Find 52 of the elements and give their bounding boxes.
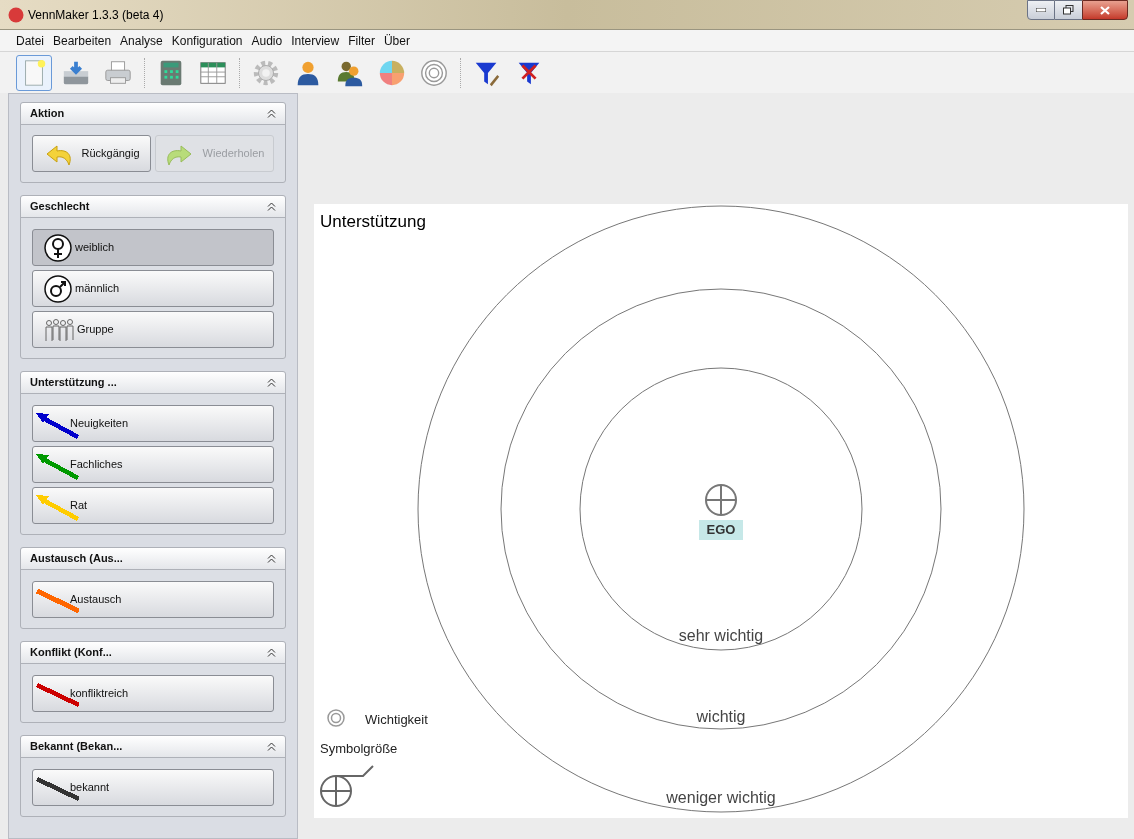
collapse-icon[interactable] <box>267 554 276 563</box>
sidebar-button[interactable]: Austausch <box>32 581 274 618</box>
window-title: VennMaker 1.3.3 (beta 4) <box>28 6 164 24</box>
restore-icon <box>1063 5 1074 15</box>
legend-label: Symbolgröße <box>320 740 398 758</box>
collapse-icon[interactable] <box>267 378 276 387</box>
sidebar-button[interactable]: Rat <box>32 487 274 524</box>
sidebar-button[interactable]: Fachliches <box>32 446 274 483</box>
menu-item[interactable]: Audio <box>249 31 285 50</box>
network-canvas[interactable]: sehr wichtig wichtig weniger wichtig Unterstützung EGO Wichtigkeit Symbolgröße <box>314 204 1128 818</box>
ring-label: wichtig <box>696 708 746 725</box>
sidebar-button[interactable]: Neuigkeiten <box>32 405 274 442</box>
panel-title: Austausch (Aus... <box>30 551 123 567</box>
menu-item[interactable]: Filter <box>346 31 377 50</box>
menu-item[interactable]: Analyse <box>118 31 165 50</box>
sidebar-button[interactable]: Rückgängig <box>32 135 151 172</box>
panel-title: Unterstützung ... <box>30 375 117 391</box>
male-symbol-icon <box>43 273 73 304</box>
legend-label: Wichtigkeit <box>365 711 428 729</box>
collapse-icon[interactable] <box>267 109 276 118</box>
ring-label: weniger wichtig <box>666 789 776 806</box>
sidebar-button[interactable]: bekannt <box>32 769 274 806</box>
menu-item[interactable]: Interview <box>289 31 342 50</box>
collapse-icon[interactable] <box>267 742 276 751</box>
panel-title: Konflikt (Konf... <box>30 645 112 661</box>
collapse-icon[interactable] <box>267 202 276 211</box>
ego-label[interactable]: EGO <box>699 520 743 540</box>
canvas-title: Unterstützung <box>320 211 426 233</box>
ring-label: sehr wichtig <box>678 627 764 644</box>
close-icon <box>1100 5 1110 15</box>
minimize-button[interactable] <box>1027 0 1055 20</box>
female-symbol-icon <box>43 232 73 263</box>
panel-title: Aktion <box>30 106 65 122</box>
close-button[interactable] <box>1082 0 1128 20</box>
panel-title: Bekannt (Bekan... <box>30 739 123 755</box>
sidebar-button[interactable]: weiblich <box>32 229 274 266</box>
sidebar-button[interactable]: konfliktreich <box>32 675 274 712</box>
sidebar-button[interactable]: männlich <box>32 270 274 307</box>
menu-item[interactable]: Konfiguration <box>169 31 245 50</box>
concentric-circles-icon <box>419 57 449 88</box>
minimize-icon <box>1036 8 1046 12</box>
menu-item[interactable]: Bearbeiten <box>51 31 114 50</box>
menu-item[interactable]: Über <box>381 31 412 50</box>
sidebar-button[interactable]: Gruppe <box>32 311 274 348</box>
symbol-size-icon[interactable] <box>320 765 374 807</box>
panel-title: Geschlecht <box>30 199 90 215</box>
menu-item[interactable]: Datei <box>14 31 46 50</box>
collapse-icon[interactable] <box>267 648 276 657</box>
importance-icon <box>327 709 345 727</box>
ego-node-icon[interactable] <box>705 484 737 516</box>
app-icon <box>8 6 24 23</box>
maximize-button[interactable] <box>1055 0 1082 20</box>
